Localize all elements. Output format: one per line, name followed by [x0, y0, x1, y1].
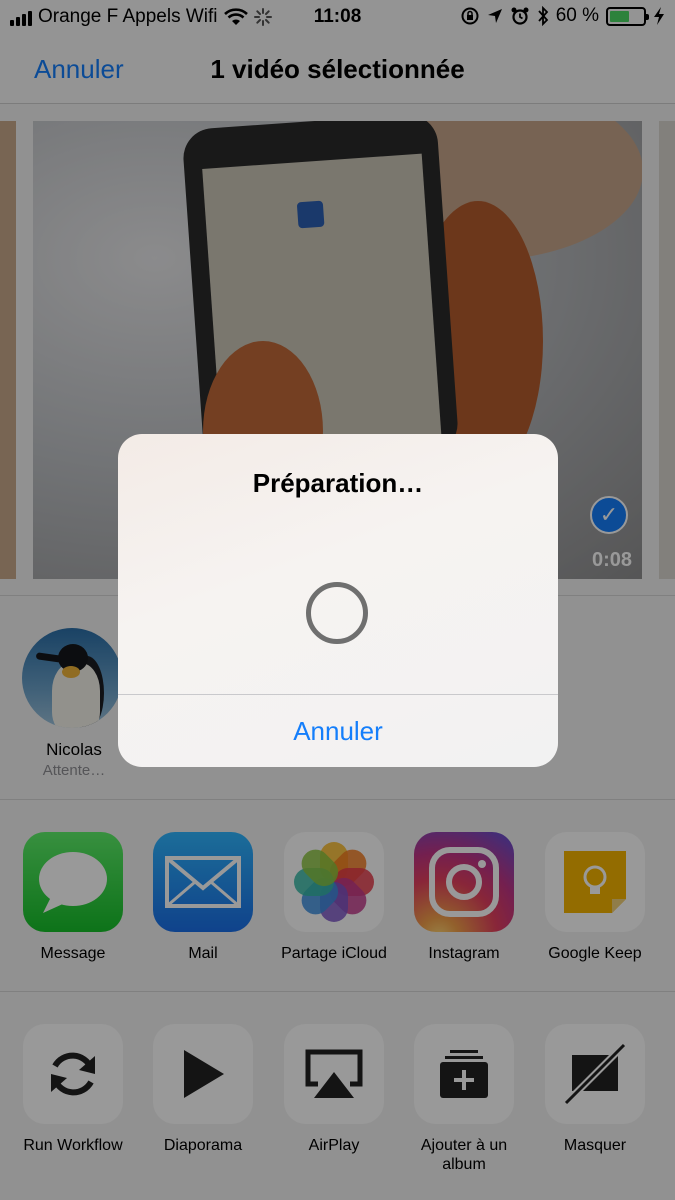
alert-cancel-button[interactable]: Annuler	[118, 695, 558, 767]
preparing-alert: Préparation… Annuler	[118, 434, 558, 767]
alert-title: Préparation…	[252, 468, 424, 498]
loading-spinner-icon	[306, 582, 368, 644]
